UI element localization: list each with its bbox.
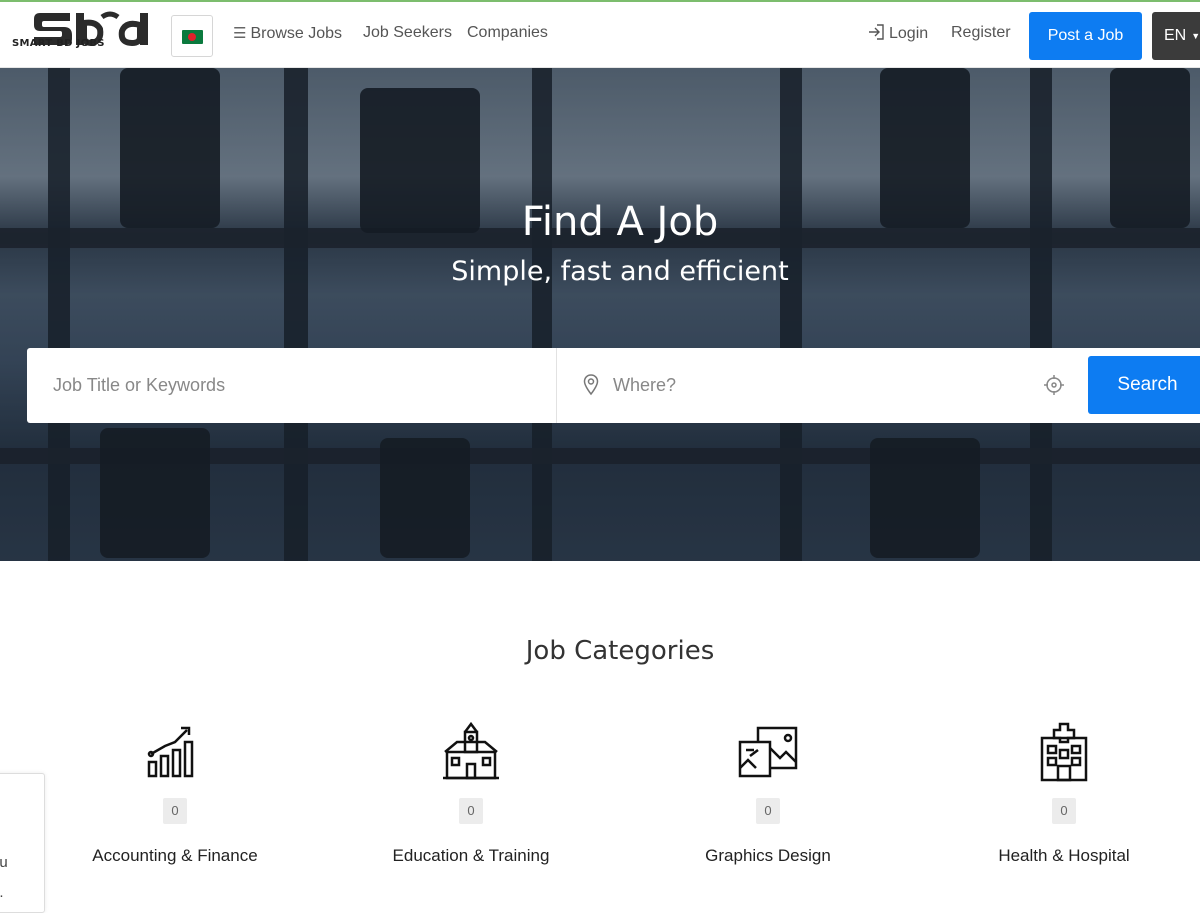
login-icon	[869, 24, 884, 40]
category-name: Health & Hospital	[998, 846, 1130, 865]
country-flag-button[interactable]	[171, 15, 213, 57]
nav-login[interactable]: Login	[868, 24, 928, 43]
location-input[interactable]	[613, 348, 1033, 423]
nav-job-seekers[interactable]: Job Seekers	[363, 24, 452, 42]
nav-register[interactable]: Register	[951, 24, 1011, 42]
nav-companies[interactable]: Companies	[467, 24, 548, 42]
keyword-input[interactable]	[27, 348, 557, 423]
language-label: EN	[1164, 27, 1187, 44]
nav-login-label: Login	[889, 25, 929, 42]
search-button[interactable]: Search	[1088, 356, 1200, 414]
crosshair-locate-icon[interactable]	[1043, 374, 1065, 396]
categories-title: Job Categories	[525, 636, 715, 666]
picture-frames-icon	[738, 726, 798, 778]
caret-down-icon: ▼	[1191, 31, 1200, 41]
site-logo[interactable]	[30, 11, 154, 61]
chart-growth-icon	[147, 726, 194, 778]
hero-overlay	[0, 68, 1200, 561]
top-navbar: SMART BD JOBS ☰ Browse Jobs Job Seekers C…	[0, 0, 1200, 68]
category-name: Education & Training	[392, 846, 550, 865]
category-graphics-design[interactable]: 0 Graphics Design	[648, 720, 888, 866]
category-count: 0	[1052, 798, 1076, 824]
category-name: Accounting & Finance	[92, 846, 258, 865]
category-health-hospital[interactable]: 0 Health & Hospital	[944, 720, 1184, 866]
post-job-button[interactable]: Post a Job	[1029, 12, 1142, 60]
category-count: 0	[163, 798, 187, 824]
hero-subtitle: Simple, fast and efficient	[451, 256, 789, 287]
category-education-training[interactable]: 0 Education & Training	[351, 720, 591, 866]
category-name: Graphics Design	[705, 846, 831, 865]
list-icon: ☰	[233, 25, 247, 42]
logo-text: SMART BD JOBS	[12, 38, 105, 49]
cookie-text-line: ou	[0, 854, 8, 871]
category-count: 0	[459, 798, 483, 824]
bangladesh-flag-icon	[182, 30, 203, 44]
map-pin-icon	[583, 374, 599, 396]
category-accounting-finance[interactable]: 0 Accounting & Finance	[55, 720, 295, 866]
cookie-text-line: e.	[0, 884, 4, 901]
language-dropdown[interactable]: EN ▼	[1152, 12, 1200, 60]
nav-browse-jobs-label: Browse Jobs	[250, 25, 343, 42]
job-search-form: Search	[27, 348, 1200, 423]
hero-banner: Find A Job Simple, fast and efficient Se…	[0, 68, 1200, 561]
cookie-notice-popup[interactable]: ou e.	[0, 773, 45, 913]
nav-browse-jobs[interactable]: ☰ Browse Jobs	[233, 24, 342, 43]
hospital-icon	[1040, 722, 1088, 782]
hero-title: Find A Job	[521, 199, 719, 245]
category-count: 0	[756, 798, 780, 824]
school-building-icon	[443, 721, 499, 780]
